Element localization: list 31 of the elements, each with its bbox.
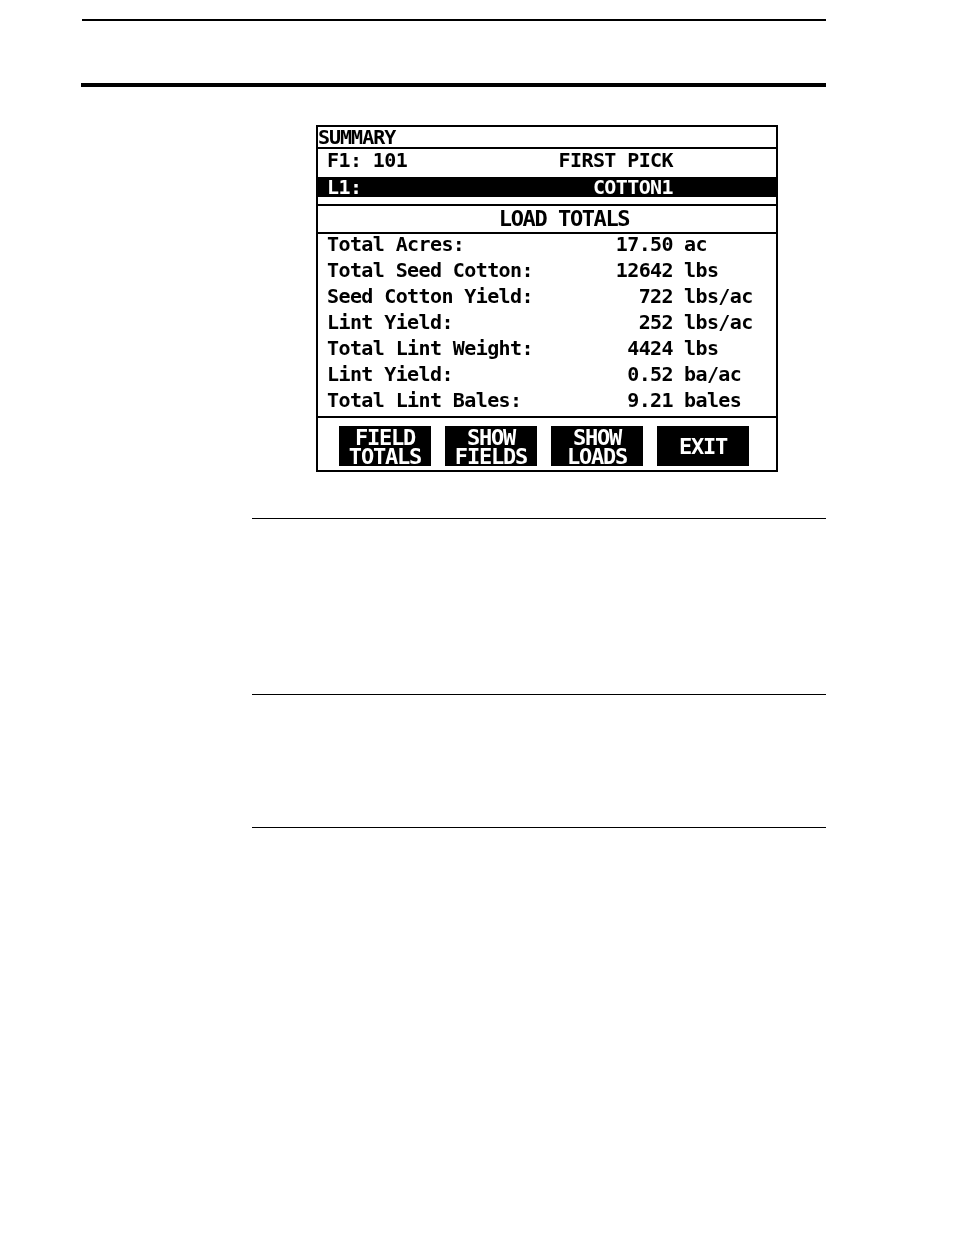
total-unit: lbs/ac [684, 286, 753, 306]
record-label: F1: 101 [327, 150, 408, 170]
total-label: Total Lint Bales: [327, 390, 522, 410]
total-value: 12642 [615, 260, 673, 280]
record-label: L1: [327, 177, 362, 197]
screen-title: SUMMARY [318, 127, 396, 147]
total-value: 0.52 [627, 364, 673, 384]
record-name: COTTON1 [592, 177, 673, 197]
soft-key-button[interactable]: FIELD TOTALS [339, 426, 431, 466]
total-value: 4424 [627, 338, 673, 358]
record-name: FIRST PICK [558, 150, 673, 170]
soft-key-button[interactable]: SHOW LOADS [551, 426, 643, 466]
total-unit: lbs [684, 260, 719, 280]
total-unit: lbs/ac [684, 312, 753, 332]
total-label: Total Acres: [327, 234, 465, 254]
total-label: Total Lint Weight: [327, 338, 533, 358]
total-label: Seed Cotton Yield: [327, 286, 533, 306]
total-unit: ac [684, 234, 707, 254]
total-label: Lint Yield: [327, 364, 453, 384]
total-value: 722 [638, 286, 673, 306]
total-value: 252 [638, 312, 673, 332]
total-value: 9.21 [627, 390, 673, 410]
total-unit: lbs [684, 338, 719, 358]
soft-key-button[interactable]: EXIT [657, 426, 749, 466]
total-unit: bales [684, 390, 742, 410]
total-label: Lint Yield: [327, 312, 453, 332]
total-unit: ba/ac [684, 364, 742, 384]
soft-key-button[interactable]: SHOW FIELDS [445, 426, 537, 466]
total-label: Total Seed Cotton: [327, 260, 533, 280]
total-value: 17.50 [615, 234, 673, 254]
section-title: LOAD TOTALS [498, 207, 630, 231]
